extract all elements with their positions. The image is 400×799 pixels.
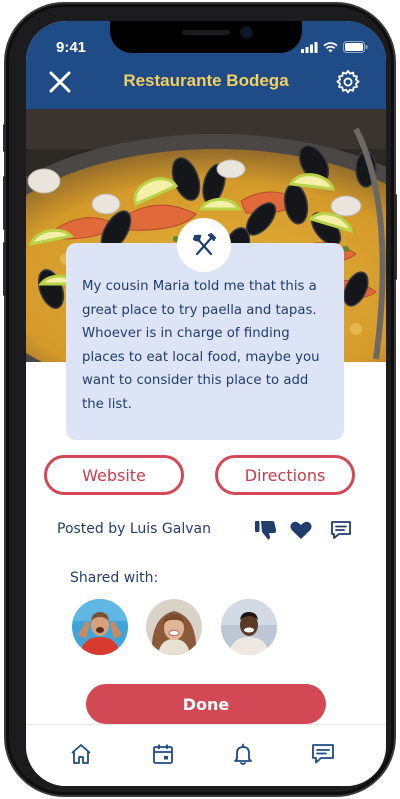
tab-messages[interactable]	[308, 739, 338, 769]
avatar-photo-3	[221, 599, 277, 655]
tab-notifications[interactable]	[228, 739, 258, 769]
comment-icon	[331, 521, 351, 539]
status-time: 9:41	[56, 39, 87, 56]
fork-knife-icon	[192, 232, 217, 256]
tab-calendar[interactable]	[148, 739, 178, 769]
thumbs-down-icon	[255, 521, 277, 540]
app-header: 9:41 Restaurante Bodega	[26, 21, 386, 109]
bell-icon	[234, 743, 252, 765]
volume-up-button	[3, 176, 6, 230]
gear-icon	[336, 70, 360, 94]
heart-icon	[290, 521, 312, 539]
comment-button[interactable]	[328, 519, 354, 541]
notch	[110, 21, 302, 53]
wifi-icon	[323, 42, 338, 53]
battery-icon	[343, 41, 368, 53]
volume-down-button	[3, 242, 6, 296]
phone-frame: 9:41 Restaurante Bodega My cousin Maria …	[3, 4, 397, 795]
message-card: My cousin Maria told me that this a grea…	[66, 243, 344, 440]
directions-button[interactable]: Directions	[215, 455, 355, 495]
settings-button[interactable]	[334, 68, 362, 96]
signal-icon	[301, 42, 318, 53]
website-button[interactable]: Website	[44, 455, 184, 495]
done-button[interactable]: Done	[86, 684, 326, 724]
avatar[interactable]	[221, 599, 277, 655]
posted-by-text: Posted by Luis Galvan	[57, 521, 211, 537]
dislike-button[interactable]	[253, 519, 279, 541]
speaker	[182, 30, 230, 35]
avatar-photo-1	[72, 599, 128, 655]
home-icon	[71, 744, 91, 764]
messages-icon	[312, 744, 334, 764]
message-text: My cousin Maria told me that this a grea…	[82, 279, 320, 412]
page-title: Restaurante Bodega	[123, 71, 289, 90]
mute-switch	[3, 124, 6, 152]
avatar-photo-2	[146, 599, 202, 655]
avatar[interactable]	[72, 599, 128, 655]
front-camera	[242, 28, 251, 37]
tab-home[interactable]	[66, 739, 96, 769]
app-screen: 9:41 Restaurante Bodega My cousin Maria …	[26, 21, 386, 786]
avatar[interactable]	[146, 599, 202, 655]
calendar-icon	[153, 744, 173, 764]
tab-bar	[26, 724, 386, 786]
power-button	[394, 194, 397, 280]
status-icons	[301, 41, 368, 53]
favorite-button[interactable]	[288, 519, 314, 541]
shared-with-label: Shared with:	[70, 570, 159, 586]
category-badge	[177, 218, 231, 272]
